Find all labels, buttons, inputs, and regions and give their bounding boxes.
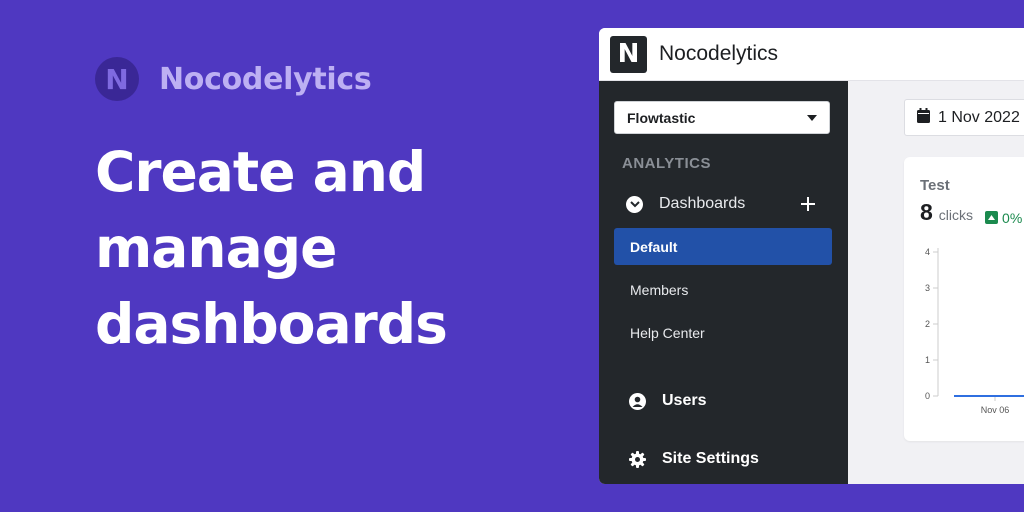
site-settings-label: Site Settings [662, 450, 759, 467]
y-tick-label: 4 [925, 247, 930, 257]
y-tick-label: 3 [925, 283, 930, 293]
app-logo[interactable]: N [610, 35, 647, 73]
change-value: 0% [1002, 209, 1023, 226]
brand-name: Nocodelytics [159, 61, 372, 97]
card-title: Test [920, 177, 950, 194]
gear-icon [629, 450, 646, 468]
metric-unit: clicks [938, 207, 974, 223]
chart: 0 1 2 3 4 Nov 06 [925, 247, 1024, 413]
sidebar-item-help-center[interactable]: Help Center [614, 314, 832, 351]
caret-up-icon [985, 211, 999, 224]
headline-line-3: dashboards [95, 292, 448, 356]
y-tick-label: 0 [925, 391, 930, 401]
calendar-icon [917, 107, 930, 128]
headline-line-2: manage [95, 216, 337, 280]
date-range-picker[interactable]: 1 Nov 2022 [904, 99, 1024, 136]
sidebar-item-users[interactable]: Users [629, 392, 706, 410]
sidebar: Flowtastic ANALYTICS Dashboards Default … [599, 81, 848, 484]
x-tick-label: Nov 06 [981, 405, 1010, 413]
app-window: N Nocodelytics Flowtastic ANALYTICS Dash… [599, 28, 1024, 484]
change-badge: 0% [985, 210, 1022, 226]
chevron-down-circle-icon[interactable] [626, 195, 643, 213]
card-metric: 8 clicks 0% [920, 199, 1022, 226]
sidebar-item-site-settings[interactable]: Site Settings [629, 450, 759, 468]
sidebar-item-members[interactable]: Members [614, 271, 832, 308]
y-tick-label: 2 [925, 319, 930, 329]
site-select-value: Flowtastic [627, 109, 696, 126]
site-select[interactable]: Flowtastic [614, 101, 830, 134]
app-topbar: N Nocodelytics [599, 28, 1024, 81]
app-title: Nocodelytics [659, 42, 779, 65]
headline-line-1: Create and [95, 140, 426, 204]
dashboard-card: Test 8 clicks 0% 0 1 2 3 4 Nov 06 [904, 157, 1024, 441]
users-label: Users [662, 392, 707, 409]
date-range-value: 1 Nov 2022 [938, 108, 1020, 126]
brand: N Nocodelytics [95, 57, 372, 101]
user-circle-icon [629, 392, 646, 410]
caret-down-icon [807, 114, 817, 121]
y-tick-label: 1 [925, 355, 930, 365]
dashboards-label: Dashboards [659, 195, 746, 212]
sidebar-item-default[interactable]: Default [614, 228, 832, 265]
add-dashboard-icon[interactable] [796, 192, 820, 216]
dashboards-toggle[interactable]: Dashboards [626, 192, 820, 216]
brand-logo: N [95, 57, 139, 101]
metric-value: 8 [920, 199, 933, 225]
section-title-analytics: ANALYTICS [622, 155, 711, 172]
headline: Create and manage dashboards [95, 134, 448, 362]
